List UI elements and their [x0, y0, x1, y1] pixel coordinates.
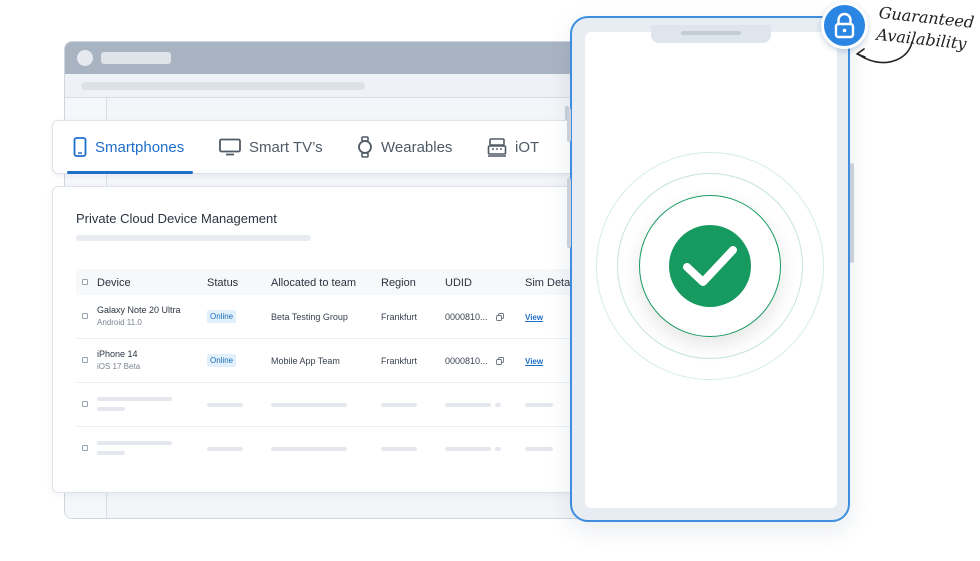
table-row: iPhone 14 iOS 17 Beta Online Mobile App …	[76, 339, 591, 383]
row-checkbox[interactable]	[82, 401, 88, 407]
tab-label: Smart TV’s	[249, 138, 323, 156]
column-header-region: Region	[381, 277, 416, 289]
region-cell: Frankfurt	[381, 356, 418, 366]
device-cell: iPhone 14 iOS 17 Beta	[97, 349, 140, 371]
column-header-sim-details: Sim Deta	[525, 277, 571, 289]
column-header-udid: UDID	[445, 277, 472, 289]
placeholder-row	[76, 383, 591, 427]
status-badge: Online	[207, 354, 237, 367]
placeholder-bar	[445, 403, 491, 407]
placeholder-bar	[495, 447, 501, 451]
placeholder-bar	[381, 403, 417, 407]
panel-subtitle-placeholder	[76, 235, 311, 241]
iot-device-icon	[487, 138, 507, 157]
device-os: Android 11.0	[97, 318, 142, 327]
active-tab-indicator	[67, 171, 193, 174]
curved-arrow-icon	[856, 41, 913, 64]
tab-label: Wearables	[381, 138, 453, 156]
placeholder-bar	[97, 451, 125, 455]
tab-label: iOT	[515, 138, 540, 156]
smartphone-icon	[73, 137, 87, 157]
placeholder-bar	[97, 441, 172, 445]
tab-iot[interactable]: iOT	[487, 121, 539, 173]
browser-url-placeholder	[81, 82, 365, 90]
team-cell: Beta Testing Group	[271, 312, 348, 322]
column-header-device: Device	[97, 277, 131, 289]
device-name: Galaxy Note 20 Ultra	[97, 305, 181, 315]
status-badge: Online	[207, 310, 237, 323]
sim-view-link[interactable]: View	[525, 313, 543, 322]
placeholder-row	[76, 427, 591, 471]
row-checkbox[interactable]	[82, 357, 88, 363]
placeholder-bar	[445, 447, 491, 451]
phone-side-button	[567, 178, 571, 248]
placeholder-bar	[525, 447, 553, 451]
browser-url-row	[65, 74, 583, 98]
placeholder-bar	[495, 403, 501, 407]
table-row: Galaxy Note 20 Ultra Android 11.0 Online…	[76, 295, 591, 339]
udid-cell: 0000810...	[445, 312, 488, 322]
placeholder-bar	[271, 403, 347, 407]
placeholder-bar	[207, 403, 243, 407]
udid-cell: 0000810...	[445, 356, 488, 366]
copy-icon[interactable]	[496, 313, 504, 321]
placeholder-bar	[97, 407, 125, 411]
browser-title-placeholder	[101, 52, 171, 64]
phone-side-button	[567, 108, 571, 142]
phone-speaker	[681, 31, 741, 35]
device-category-tabs: Smartphones Smart TV’s Wearables iOT	[52, 120, 592, 174]
column-header-status: Status	[207, 277, 239, 289]
tab-smart-tvs[interactable]: Smart TV’s	[219, 121, 323, 173]
placeholder-bar	[207, 447, 243, 451]
row-checkbox[interactable]	[82, 313, 88, 319]
row-checkbox[interactable]	[82, 445, 88, 451]
sim-view-link[interactable]: View	[525, 357, 543, 366]
column-header-team: Allocated to team	[271, 277, 356, 289]
placeholder-bar	[525, 403, 553, 407]
tab-smartphones[interactable]: Smartphones	[73, 121, 184, 173]
tab-label: Smartphones	[95, 138, 185, 156]
table-header: Device Status Allocated to team Region U…	[76, 269, 591, 295]
copy-icon[interactable]	[496, 357, 504, 365]
watch-icon	[358, 136, 372, 158]
device-name: iPhone 14	[97, 349, 138, 359]
phone-side-button	[850, 163, 854, 263]
team-cell: Mobile App Team	[271, 356, 340, 366]
tv-icon	[219, 138, 241, 156]
device-os: iOS 17 Beta	[97, 362, 141, 371]
select-all-checkbox[interactable]	[82, 279, 88, 285]
success-indicator	[639, 195, 781, 337]
device-management-panel: Private Cloud Device Management Device S…	[52, 186, 592, 493]
checkmark-icon	[683, 246, 737, 286]
success-circle	[669, 225, 751, 307]
panel-title: Private Cloud Device Management	[76, 211, 277, 226]
placeholder-bar	[381, 447, 417, 451]
region-cell: Frankfurt	[381, 312, 418, 322]
placeholder-bar	[97, 397, 172, 401]
tab-wearables[interactable]: Wearables	[357, 121, 452, 173]
placeholder-bar	[271, 447, 347, 451]
phone-notch	[651, 25, 771, 43]
browser-dot-icon	[77, 50, 93, 66]
browser-title-bar	[65, 42, 583, 74]
device-cell: Galaxy Note 20 Ultra Android 11.0	[97, 305, 181, 327]
